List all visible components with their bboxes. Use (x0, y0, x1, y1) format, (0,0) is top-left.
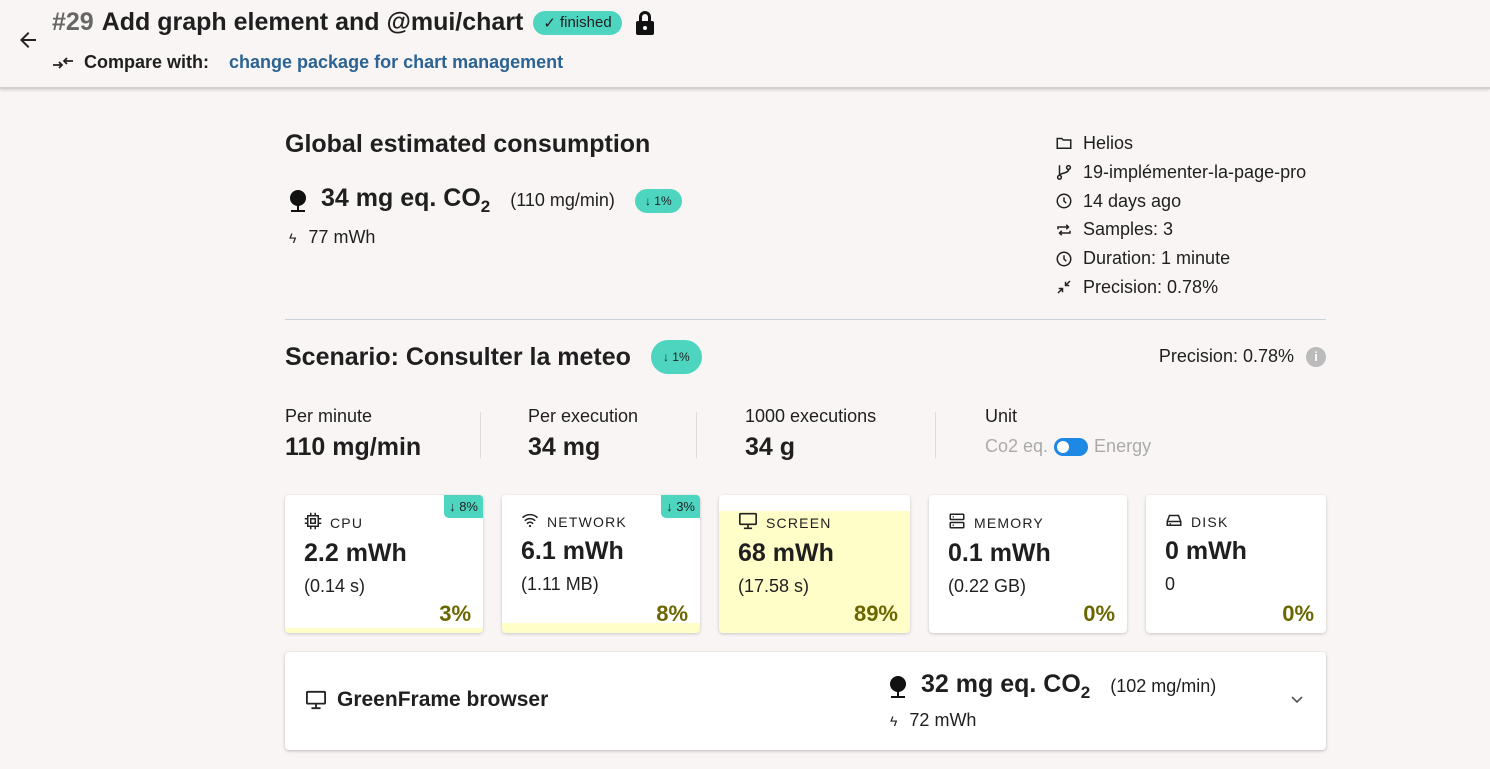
card-value: 68 mWh (738, 539, 834, 567)
monitor-icon (738, 512, 758, 533)
card-value: 2.2 mWh (304, 539, 407, 567)
status-badge: ✓ finished (533, 10, 622, 35)
meta-project: Helios (1055, 129, 1306, 158)
card-share: 0% (1083, 601, 1115, 626)
repeat-icon (1057, 224, 1071, 236)
stat-per-minute: Per minute 110 mg/min (285, 406, 422, 461)
divider (285, 319, 1326, 320)
clock-icon (1056, 193, 1072, 209)
card-delta-badge: ↓ 3% (661, 495, 700, 518)
global-energy: ϟ 77 mWh (289, 227, 375, 248)
card-share: 8% (656, 601, 688, 626)
card-label: DISK (1165, 512, 1314, 531)
header: #29 Add graph element and @mui/chart ✓ fi… (0, 0, 1490, 89)
card-memory[interactable]: MEMORY 0.1 mWh (0.22 GB) 0% (929, 495, 1127, 633)
browser-co2: 32 mg eq. CO2 (102 mg/min) (887, 670, 1216, 703)
tree-icon (290, 189, 306, 212)
compare-link[interactable]: change package for chart management (229, 52, 563, 73)
lock-icon (635, 10, 654, 35)
unit-energy-option[interactable]: Energy (1094, 436, 1151, 456)
card-value: 6.1 mWh (521, 537, 624, 565)
compare-row: Compare with: change package for chart m… (52, 52, 563, 73)
meta-date: 14 days ago (1055, 187, 1306, 216)
cpu-icon (304, 512, 322, 533)
global-rate: (110 mg/min) (510, 190, 615, 210)
browser-rate: (102 mg/min) (1110, 676, 1217, 696)
wifi-icon (521, 512, 539, 531)
card-sub: (0.14 s) (304, 576, 366, 596)
status-text: finished (559, 14, 612, 31)
scenario-delta-badge: ↓ 1% (650, 340, 702, 374)
scenario-precision-text: Precision: 0.78% (1158, 346, 1294, 366)
branch-icon (1056, 165, 1072, 181)
compress-icon (1057, 280, 1071, 294)
back-arrow-icon[interactable] (16, 28, 40, 52)
clock-icon (1056, 251, 1072, 267)
card-label: SCREEN (738, 512, 898, 533)
global-energy-value: 77 mWh (308, 227, 376, 247)
build-title: Add graph element and @mui/chart (101, 8, 524, 36)
bolt-icon: ϟ (890, 712, 898, 729)
browser-energy-value: 72 mWh (909, 710, 977, 730)
global-delta-badge: ↓ 1% (634, 188, 682, 213)
scenario-title: Scenario: Consulter la meteo (285, 342, 631, 371)
compare-arrows-icon (53, 56, 73, 69)
card-screen[interactable]: SCREEN 68 mWh (17.58 s) 89% (719, 495, 910, 633)
scenario-precision: Precision: 0.78% i (1159, 346, 1326, 367)
unit-label: Unit (985, 406, 1018, 426)
unit-selector: Unit Co2 eq. Energy (985, 406, 1151, 457)
divider (696, 412, 697, 458)
global-title: Global estimated consumption (285, 130, 651, 158)
browser-name: GreenFrame browser (337, 688, 549, 711)
bolt-icon: ϟ (289, 229, 297, 246)
compare-label: Compare with: (84, 52, 210, 72)
card-sub: (17.58 s) (738, 576, 810, 596)
global-co2-value: 34 mg eq. CO2 (321, 184, 491, 216)
card-cpu[interactable]: CPU 2.2 mWh (0.14 s) 3% ↓ 8% (285, 495, 483, 633)
card-value: 0.1 mWh (948, 539, 1051, 567)
browser-energy: ϟ 72 mWh (890, 710, 976, 731)
monitor-icon (306, 690, 326, 710)
scenario-header: Scenario: Consulter la meteo ↓ 1% (285, 340, 702, 374)
card-label: MEMORY (948, 512, 1115, 533)
card-share: 3% (439, 601, 471, 626)
card-delta-badge: ↓ 8% (444, 495, 483, 518)
unit-toggle[interactable] (1054, 438, 1089, 457)
card-sub: 0 (1165, 574, 1176, 594)
page-title: #29 Add graph element and @mui/chart ✓ fi… (52, 8, 656, 37)
card-disk[interactable]: DISK 0 mWh 0 0% (1146, 495, 1326, 633)
card-sub: (1.11 MB) (521, 574, 599, 594)
meta-samples: Samples: 3 (1055, 215, 1306, 244)
chevron-down-icon[interactable] (1290, 695, 1304, 705)
stat-per-execution: Per execution 34 mg (528, 406, 639, 461)
meta-branch: 19-implémenter-la-page-pro (1055, 158, 1306, 187)
build-number: #29 (52, 8, 94, 36)
divider (480, 412, 481, 458)
card-share: 0% (1282, 601, 1314, 626)
card-sub: (0.22 GB) (948, 576, 1027, 596)
card-share: 89% (853, 601, 898, 626)
memory-icon (948, 512, 966, 533)
stat-1000-executions: 1000 executions 34 g (745, 406, 877, 461)
card-network[interactable]: NETWORK 6.1 mWh (1.11 MB) 8% ↓ 3% (502, 495, 700, 633)
run-meta: Helios 19-implémenter-la-page-pro 14 day… (1055, 129, 1306, 302)
info-icon[interactable]: i (1306, 346, 1326, 367)
divider (935, 412, 936, 458)
browser-title: GreenFrame browser (305, 688, 548, 712)
folder-icon (1056, 138, 1072, 150)
meta-precision: Precision: 0.78% (1055, 273, 1306, 302)
global-co2: 34 mg eq. CO2 (110 mg/min) ↓ 1% (287, 184, 682, 217)
disk-icon (1165, 512, 1183, 531)
unit-co2-option[interactable]: Co2 eq. (985, 436, 1048, 456)
card-value: 0 mWh (1165, 537, 1247, 565)
meta-duration: Duration: 1 minute (1055, 244, 1306, 273)
check-icon: ✓ (543, 14, 556, 32)
browser-accordion[interactable]: GreenFrame browser 32 mg eq. CO2 (102 mg… (285, 652, 1326, 750)
tree-icon (890, 675, 906, 698)
browser-co2-value: 32 mg eq. CO2 (921, 670, 1091, 702)
